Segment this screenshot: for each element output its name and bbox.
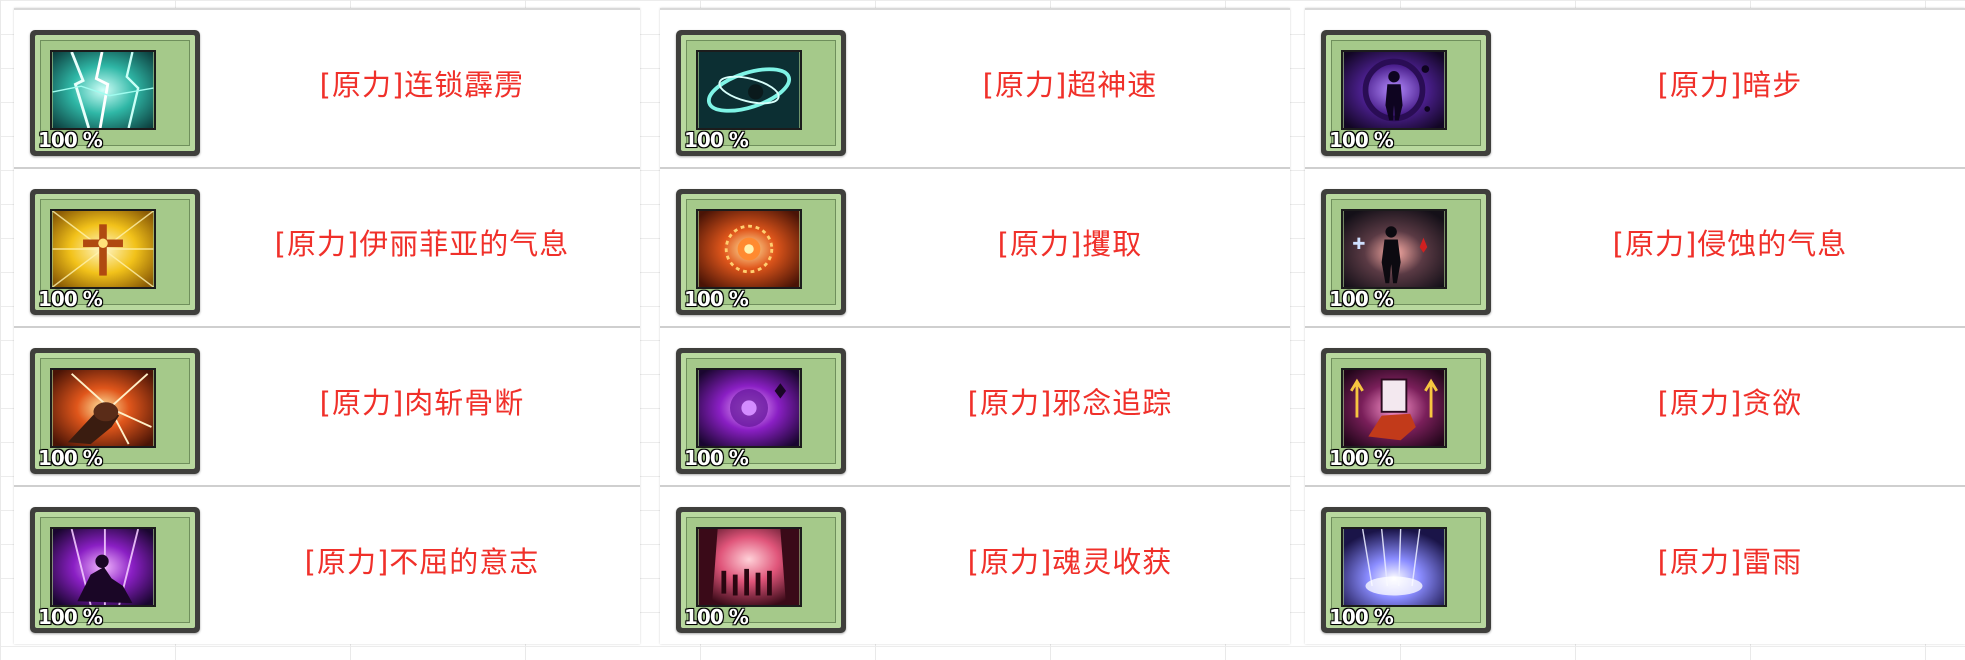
skill-percent: 100 % bbox=[1329, 128, 1394, 152]
holy-cross-icon bbox=[50, 209, 156, 289]
skill-row[interactable]: 100 % [原力]邪念追踪 bbox=[660, 326, 1290, 487]
skill-name: [原力]邪念追踪 bbox=[967, 386, 1173, 420]
skill-icon-frame: 100 % bbox=[30, 348, 200, 474]
soul-harvest-icon bbox=[696, 527, 802, 607]
skill-percent: 100 % bbox=[38, 287, 103, 311]
skill-name: [原力]连锁霹雳 bbox=[319, 68, 525, 102]
skill-icon-frame: 100 % bbox=[30, 189, 200, 315]
skill-percent: 100 % bbox=[684, 128, 749, 152]
skill-percent: 100 % bbox=[684, 287, 749, 311]
lightning-chain-icon bbox=[50, 50, 156, 130]
skill-icon-frame: 100 % bbox=[676, 30, 846, 156]
skill-panel-2: 100 % [原力]超神速 100 % [原力]攫取 100 % [原力]邪念追… bbox=[660, 8, 1290, 644]
skill-name: [原力]魂灵收获 bbox=[967, 545, 1173, 579]
skill-percent: 100 % bbox=[38, 605, 103, 629]
skill-row[interactable]: 100 % [原力]侵蚀的气息 bbox=[1305, 167, 1965, 328]
skill-percent: 100 % bbox=[684, 605, 749, 629]
skill-name: [原力]暗步 bbox=[1657, 68, 1803, 102]
fist-strike-icon bbox=[50, 368, 156, 448]
skill-icon-frame: 100 % bbox=[1321, 30, 1491, 156]
skill-row[interactable]: 100 % [原力]超神速 bbox=[660, 8, 1290, 169]
skill-icon-frame: 100 % bbox=[1321, 189, 1491, 315]
skill-icon-frame: 100 % bbox=[676, 189, 846, 315]
skill-row[interactable]: 100 % [原力]连锁霹雳 bbox=[14, 8, 640, 169]
skill-icon-frame: 100 % bbox=[30, 30, 200, 156]
skill-row[interactable]: 100 % [原力]贪欲 bbox=[1305, 326, 1965, 487]
skill-row[interactable]: 100 % [原力]暗步 bbox=[1305, 8, 1965, 169]
skill-icon-frame: 100 % bbox=[1321, 507, 1491, 633]
skill-name: [原力]雷雨 bbox=[1657, 545, 1803, 579]
thunder-rain-icon bbox=[1341, 527, 1447, 607]
dark-step-icon bbox=[1341, 50, 1447, 130]
skill-row[interactable]: 100 % [原力]肉斩骨断 bbox=[14, 326, 640, 487]
skill-percent: 100 % bbox=[1329, 287, 1394, 311]
skill-panel-1: 100 % [原力]连锁霹雳 100 % [原力]伊丽菲亚的气息 100 % [… bbox=[14, 8, 640, 644]
skill-name: [原力]超神速 bbox=[982, 68, 1158, 102]
super-speed-icon bbox=[696, 50, 802, 130]
greed-icon bbox=[1341, 368, 1447, 448]
skill-percent: 100 % bbox=[1329, 446, 1394, 470]
erosion-breath-icon bbox=[1341, 209, 1447, 289]
skill-row[interactable]: 100 % [原力]攫取 bbox=[660, 167, 1290, 328]
skill-name: [原力]攫取 bbox=[997, 227, 1143, 261]
skill-name: [原力]不屈的意志 bbox=[304, 545, 540, 579]
skill-row[interactable]: 100 % [原力]魂灵收获 bbox=[660, 485, 1290, 646]
skill-percent: 100 % bbox=[38, 446, 103, 470]
skill-icon-frame: 100 % bbox=[676, 507, 846, 633]
evil-tracking-icon bbox=[696, 368, 802, 448]
skill-name: [原力]侵蚀的气息 bbox=[1612, 227, 1848, 261]
skill-row[interactable]: 100 % [原力]雷雨 bbox=[1305, 485, 1965, 646]
skill-percent: 100 % bbox=[1329, 605, 1394, 629]
skill-panel-3: 100 % [原力]暗步 100 % [原力]侵蚀的气息 100 % [原力]贪… bbox=[1305, 8, 1965, 644]
skill-icon-frame: 100 % bbox=[676, 348, 846, 474]
skill-name: [原力]肉斩骨断 bbox=[319, 386, 525, 420]
indomitable-will-icon bbox=[50, 527, 156, 607]
skill-icon-frame: 100 % bbox=[30, 507, 200, 633]
skill-row[interactable]: 100 % [原力]伊丽菲亚的气息 bbox=[14, 167, 640, 328]
skill-percent: 100 % bbox=[684, 446, 749, 470]
skill-icon-frame: 100 % bbox=[1321, 348, 1491, 474]
skill-name: [原力]贪欲 bbox=[1657, 386, 1803, 420]
seize-icon bbox=[696, 209, 802, 289]
skill-percent: 100 % bbox=[38, 128, 103, 152]
skill-name: [原力]伊丽菲亚的气息 bbox=[274, 227, 570, 261]
skill-row[interactable]: 100 % [原力]不屈的意志 bbox=[14, 485, 640, 646]
